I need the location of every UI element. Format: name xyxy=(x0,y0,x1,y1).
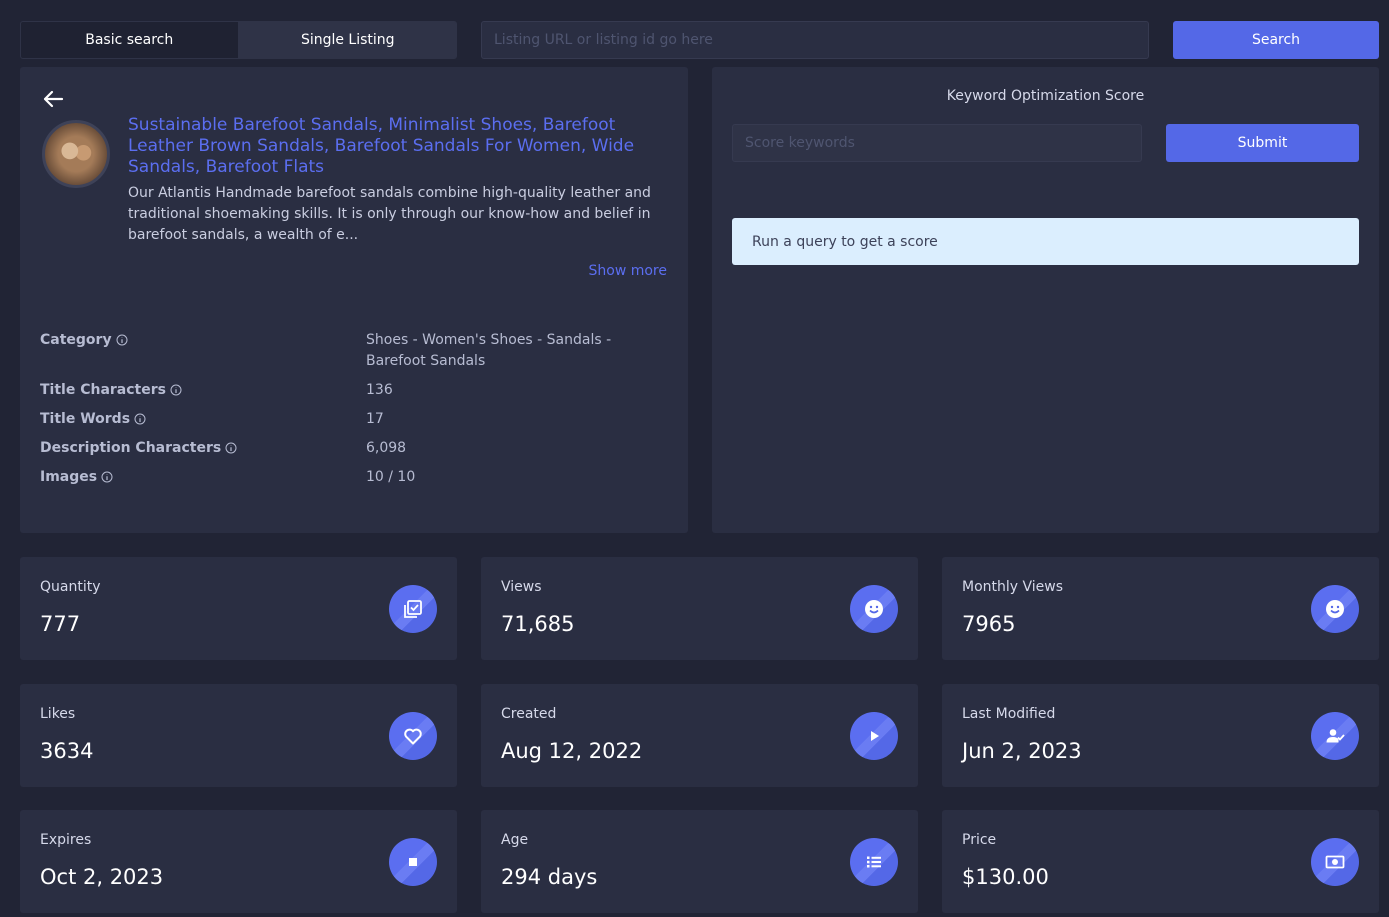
stat-card-monthly-views: Monthly Views 7965 xyxy=(942,557,1379,660)
stat-card-created: Created Aug 12, 2022 xyxy=(481,684,918,787)
listing-panel: Sustainable Barefoot Sandals, Minimalist… xyxy=(20,67,688,533)
attr-title-characters-label: Title Characters xyxy=(40,382,182,398)
stat-value: Aug 12, 2022 xyxy=(501,739,643,763)
stop-icon xyxy=(389,838,437,886)
search-mode-tabs: Basic search Single Listing xyxy=(20,21,457,59)
attr-description-characters-label: Description Characters xyxy=(40,440,237,456)
stat-card-quantity: Quantity 777 xyxy=(20,557,457,660)
listing-thumbnail xyxy=(42,120,110,188)
stat-value: 294 days xyxy=(501,865,598,889)
attr-title-words-value: 17 xyxy=(366,411,384,427)
stat-label: Views xyxy=(501,579,542,595)
money-icon xyxy=(1311,838,1359,886)
stat-value: 71,685 xyxy=(501,612,575,636)
listing-url-input[interactable] xyxy=(481,21,1149,59)
list-icon xyxy=(850,838,898,886)
smile-icon xyxy=(1311,585,1359,633)
info-icon[interactable] xyxy=(116,334,128,346)
stat-label: Expires xyxy=(40,832,92,848)
attr-images-label: Images xyxy=(40,469,113,485)
attr-category-value: Shoes - Women's Shoes - Sandals - Barefo… xyxy=(366,332,612,369)
stat-label: Created xyxy=(501,706,557,722)
stat-value: $130.00 xyxy=(962,865,1049,889)
keyword-score-panel: Keyword Optimization Score Submit Run a … xyxy=(712,67,1379,533)
tab-basic-search[interactable]: Basic search xyxy=(20,21,239,59)
tab-single-listing[interactable]: Single Listing xyxy=(238,21,457,59)
heart-icon xyxy=(389,712,437,760)
info-icon[interactable] xyxy=(134,413,146,425)
attr-title-words-label: Title Words xyxy=(40,411,146,427)
stat-value: Jun 2, 2023 xyxy=(962,739,1082,763)
stat-card-price: Price $130.00 xyxy=(942,810,1379,913)
stat-label: Likes xyxy=(40,706,76,722)
stat-value: 7965 xyxy=(962,612,1016,636)
stat-label: Age xyxy=(501,832,529,848)
stat-card-last-modified: Last Modified Jun 2, 2023 xyxy=(942,684,1379,787)
show-more-link[interactable]: Show more xyxy=(589,263,668,279)
back-arrow-icon[interactable] xyxy=(42,89,64,109)
play-icon xyxy=(850,712,898,760)
stat-label: Quantity xyxy=(40,579,101,595)
stat-card-expires: Expires Oct 2, 2023 xyxy=(20,810,457,913)
info-icon[interactable] xyxy=(225,442,237,454)
stat-label: Last Modified xyxy=(962,706,1056,722)
stat-value: 777 xyxy=(40,612,81,636)
score-keywords-input[interactable] xyxy=(732,124,1142,162)
attr-description-characters-value: 6,098 xyxy=(366,440,407,456)
checklist-icon xyxy=(389,585,437,633)
user-check-icon xyxy=(1311,712,1359,760)
score-message: Run a query to get a score xyxy=(732,218,1359,265)
submit-button[interactable]: Submit xyxy=(1166,124,1359,162)
stat-label: Monthly Views xyxy=(962,579,1064,595)
stat-card-age: Age 294 days xyxy=(481,810,918,913)
attr-category-label: Category xyxy=(40,332,128,348)
info-icon[interactable] xyxy=(170,384,182,396)
smile-icon xyxy=(850,585,898,633)
info-icon[interactable] xyxy=(101,471,113,483)
stat-value: Oct 2, 2023 xyxy=(40,865,164,889)
listing-description: Our Atlantis Handmade barefoot sandals c… xyxy=(128,185,651,243)
stat-value: 3634 xyxy=(40,739,94,763)
stat-card-views: Views 71,685 xyxy=(481,557,918,660)
attr-images-value: 10 / 10 xyxy=(366,469,416,485)
listing-title-link[interactable]: Sustainable Barefoot Sandals, Minimalist… xyxy=(128,115,668,178)
search-button[interactable]: Search xyxy=(1173,21,1379,59)
stat-card-likes: Likes 3634 xyxy=(20,684,457,787)
stat-label: Price xyxy=(962,832,997,848)
keyword-score-title: Keyword Optimization Score xyxy=(946,88,1145,104)
attr-title-characters-value: 136 xyxy=(366,382,393,398)
